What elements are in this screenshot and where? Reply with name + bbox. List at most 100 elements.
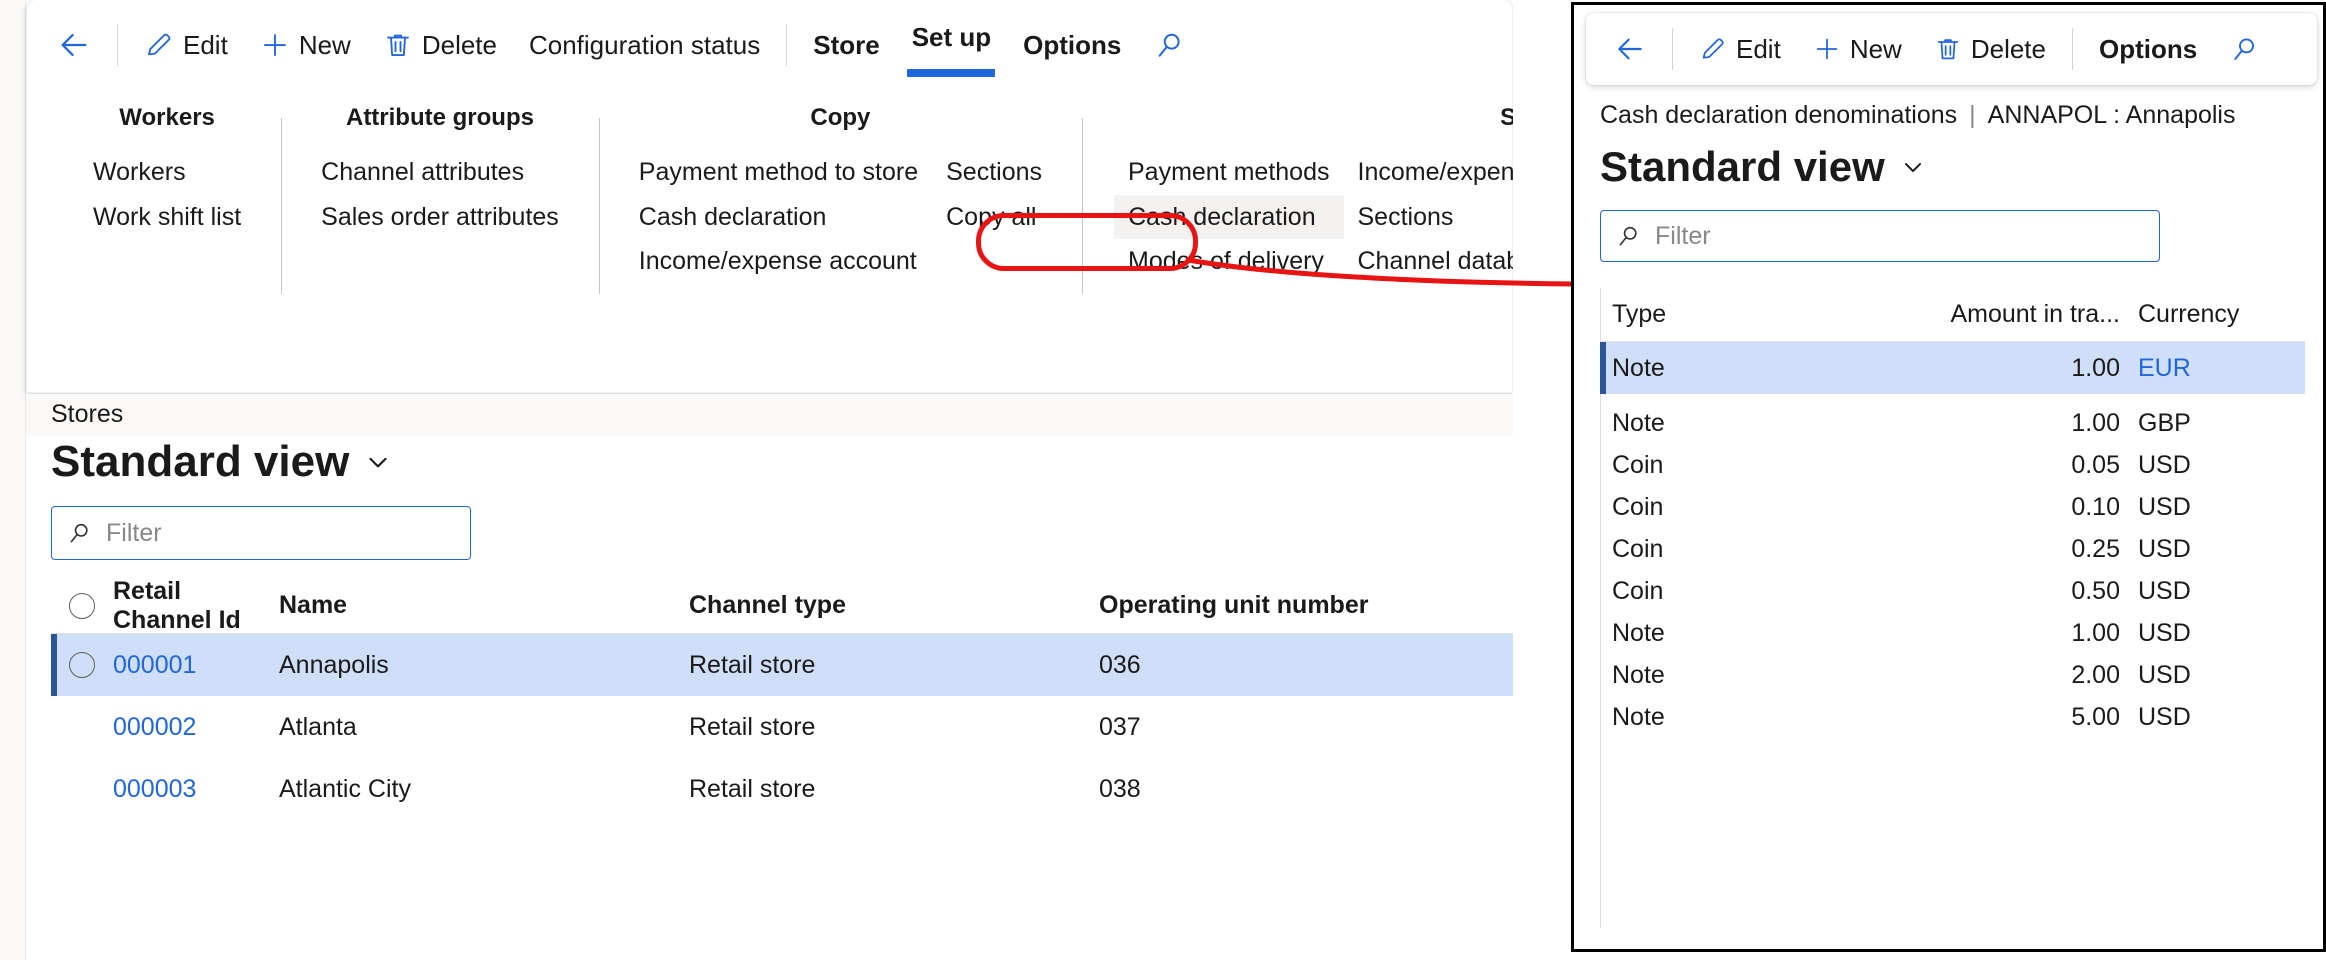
menu-group-set-up: Set up Payment methods Cash declaration … — [1082, 104, 1513, 302]
tab-store[interactable]: Store — [797, 22, 895, 68]
cell-amount: 0.25 — [1900, 535, 2120, 564]
select-all-cell[interactable] — [51, 593, 113, 619]
menu-item-copy-all[interactable]: Copy all — [932, 195, 1056, 240]
table-row[interactable]: Coin 0.25 USD — [1600, 528, 2305, 570]
configuration-status-label: Configuration status — [529, 30, 760, 61]
table-row[interactable]: Note 1.00 USD — [1600, 612, 2305, 654]
edit-button[interactable]: Edit — [1683, 26, 1797, 72]
menu-group-attribute-groups: Attribute groups Channel attributes Sale… — [281, 104, 599, 302]
filter-input[interactable] — [104, 518, 456, 549]
search-icon — [2229, 34, 2259, 64]
table-row[interactable]: Note 1.00 EUR — [1600, 342, 2305, 394]
view-selector[interactable]: Standard view — [51, 437, 393, 487]
trash-icon — [383, 30, 413, 60]
table-row[interactable]: Note 1.00 GBP — [1600, 402, 2305, 444]
menu-group-title: Workers — [79, 104, 255, 132]
delete-label: Delete — [1971, 34, 2046, 65]
menu-item-sales-order-attributes[interactable]: Sales order attributes — [307, 195, 573, 240]
cell-currency: USD — [2120, 451, 2290, 480]
select-all-radio[interactable] — [69, 593, 95, 619]
search-icon — [1615, 223, 1641, 249]
cell-name: Atlantic City — [279, 775, 689, 804]
cell-currency[interactable]: EUR — [2120, 354, 2290, 383]
menu-item-payment-method-to-store[interactable]: Payment method to store — [625, 150, 932, 195]
cell-retail-channel-id[interactable]: 000002 — [113, 713, 279, 742]
menu-item-copy-income-expense-account[interactable]: Income/expense account — [625, 239, 932, 284]
menu-item-copy-sections[interactable]: Sections — [932, 150, 1056, 195]
menu-item-sections[interactable]: Sections — [1344, 195, 1514, 240]
menu-item-payment-methods[interactable]: Payment methods — [1114, 150, 1344, 195]
table-row[interactable]: Coin 0.50 USD — [1600, 570, 2305, 612]
delete-button[interactable]: Delete — [367, 22, 513, 68]
stores-list-window: Edit New Delete — [0, 0, 1513, 960]
tab-options[interactable]: Options — [1007, 22, 1137, 68]
new-button[interactable]: New — [244, 22, 367, 68]
cell-retail-channel-id[interactable]: 000003 — [113, 775, 279, 804]
cell-channel-type: Retail store — [689, 651, 1099, 680]
page-caption: Stores — [51, 400, 123, 429]
search-button[interactable] — [1137, 22, 1201, 68]
table-row[interactable]: Note 5.00 USD — [1600, 696, 2305, 738]
row-select-radio[interactable] — [69, 652, 95, 678]
filter-field[interactable] — [1600, 210, 2160, 262]
configuration-status-button[interactable]: Configuration status — [513, 22, 776, 68]
cell-currency: USD — [2120, 661, 2290, 690]
screenshot-root: Edit New Delete — [0, 0, 2326, 960]
view-selector[interactable]: Standard view — [1600, 143, 1927, 191]
tab-options-label: Options — [1023, 30, 1121, 61]
column-header-channel-type[interactable]: Channel type — [689, 591, 1099, 620]
menu-item-cash-declaration[interactable]: Cash declaration — [1114, 195, 1344, 240]
cell-retail-channel-id[interactable]: 000001 — [113, 651, 279, 680]
column-header-type[interactable]: Type — [1600, 300, 1900, 329]
delete-button[interactable]: Delete — [1918, 26, 2062, 72]
back-button[interactable] — [1598, 26, 1662, 72]
options-button[interactable]: Options — [2083, 26, 2213, 72]
column-header-name[interactable]: Name — [279, 591, 689, 620]
table-row[interactable]: Coin 0.10 USD — [1600, 486, 2305, 528]
chevron-down-icon — [363, 447, 393, 477]
menu-item-channel-attributes[interactable]: Channel attributes — [307, 150, 573, 195]
cell-type: Note — [1600, 661, 1900, 690]
cell-type: Note — [1600, 619, 1900, 648]
column-header-operating-unit[interactable]: Operating unit number — [1099, 591, 1399, 620]
cash-declaration-denominations-window: Edit New — [1571, 2, 2326, 952]
pencil-icon — [1699, 35, 1727, 63]
cell-name: Atlanta — [279, 713, 689, 742]
menu-item-workers[interactable]: Workers — [79, 150, 255, 195]
menu-item-income-expense-account[interactable]: Income/expense account — [1344, 150, 1514, 195]
back-button[interactable] — [41, 22, 107, 68]
menu-item-channel-database[interactable]: Channel database — [1344, 239, 1514, 284]
table-row[interactable]: Note 2.00 USD — [1600, 654, 2305, 696]
column-header-retail-channel-id[interactable]: Retail Channel Id — [113, 577, 279, 635]
cell-type: Note — [1600, 703, 1900, 732]
menu-item-work-shift-list[interactable]: Work shift list — [79, 195, 255, 240]
filter-field[interactable] — [51, 506, 471, 560]
denominations-grid: Type Amount in tra... Currency Note 1.00… — [1600, 288, 2305, 738]
command-separator — [117, 24, 118, 66]
cell-operating-unit: 036 — [1099, 651, 1399, 680]
table-row[interactable]: 000001 Annapolis Retail store 036 — [51, 634, 1513, 696]
search-button[interactable] — [2213, 26, 2275, 72]
cell-currency: GBP — [2120, 409, 2290, 438]
new-button[interactable]: New — [1797, 26, 1918, 72]
row-select-cell[interactable] — [51, 652, 113, 678]
setup-megamenu: Workers Workers Work shift list Attribut… — [27, 80, 1512, 392]
column-header-amount[interactable]: Amount in tra... — [1900, 300, 2120, 329]
menu-item-modes-of-delivery[interactable]: Modes of delivery — [1114, 239, 1344, 284]
column-header-currency[interactable]: Currency — [2120, 300, 2290, 329]
menu-item-copy-cash-declaration[interactable]: Cash declaration — [625, 195, 932, 240]
trash-icon — [1934, 35, 1962, 63]
edit-button[interactable]: Edit — [128, 22, 244, 68]
menu-group-title: Attribute groups — [307, 104, 573, 132]
right-action-pane: Edit New — [1586, 13, 2317, 85]
filter-input[interactable] — [1653, 221, 2145, 252]
new-label: New — [1850, 34, 1902, 65]
table-row[interactable]: Coin 0.05 USD — [1600, 444, 2305, 486]
cell-currency: USD — [2120, 619, 2290, 648]
cell-type: Coin — [1600, 493, 1900, 522]
tab-set-up[interactable]: Set up — [896, 22, 1007, 68]
breadcrumb-record: ANNAPOL : Annapolis — [1988, 101, 2236, 130]
table-row[interactable]: 000002 Atlanta Retail store 037 — [51, 696, 1513, 758]
tab-store-label: Store — [813, 30, 879, 61]
table-row[interactable]: 000003 Atlantic City Retail store 038 — [51, 758, 1513, 820]
